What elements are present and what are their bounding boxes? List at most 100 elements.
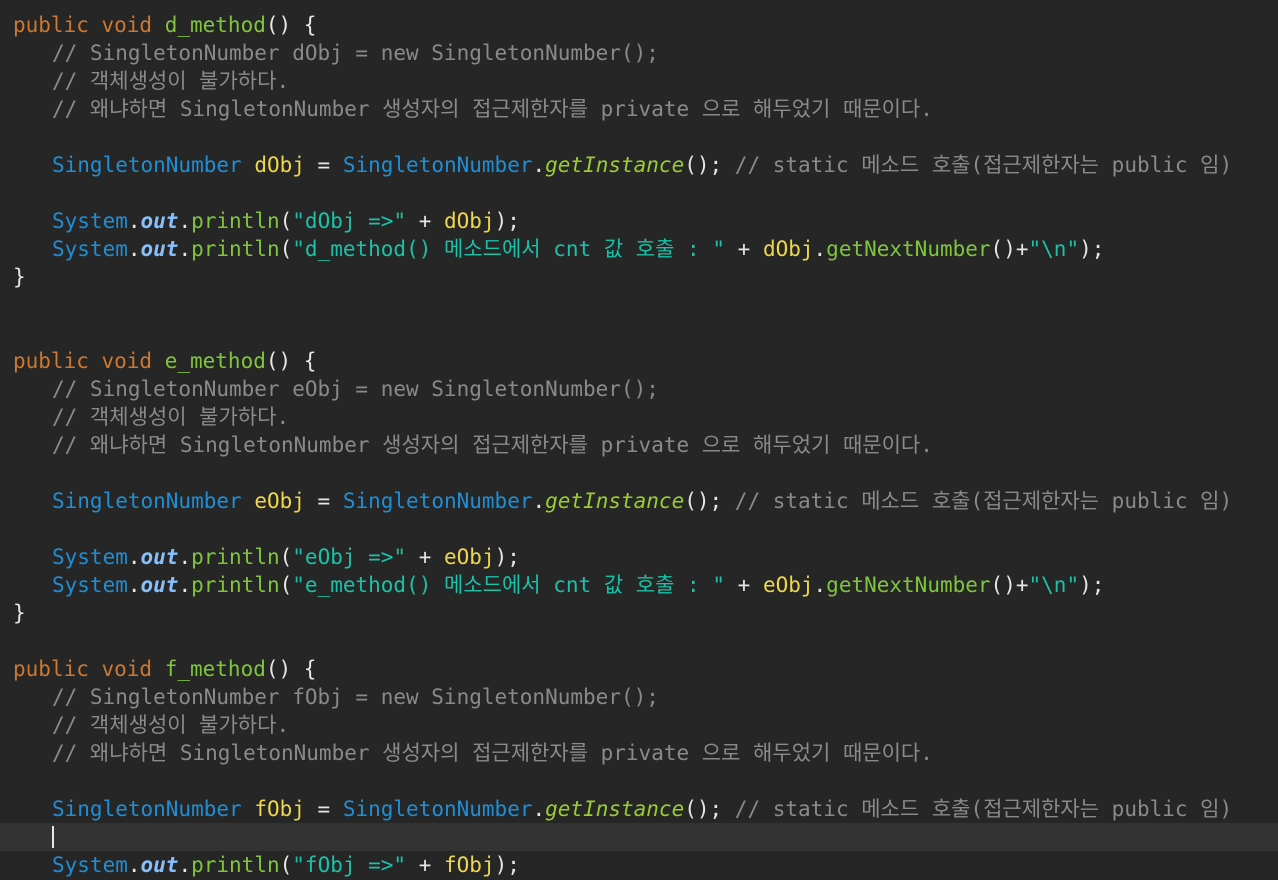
token-local: dObj [762, 237, 814, 261]
code-line[interactable]: // 왜냐하면 SingletonNumber 생성자의 접근제한자를 priv… [0, 431, 1278, 459]
code-line[interactable]: System.out.println("e_method() 메소드에서 cnt… [0, 571, 1278, 599]
token-plain: = [304, 489, 343, 513]
token-plain: . [127, 853, 141, 877]
token-string: " [1066, 237, 1080, 261]
token-plain: + [725, 237, 763, 261]
token-plain: (); [684, 153, 735, 177]
code-line[interactable] [0, 319, 1278, 347]
token-plain: = [304, 153, 343, 177]
token-comment: // static 메소드 호출(접근제한자는 public 임) [734, 489, 1233, 513]
token-string: "d_method() 메소드에서 cnt 값 호출 : " [292, 237, 725, 261]
token-static-call: getInstance [545, 489, 685, 513]
token-plain: ()+ [990, 573, 1029, 597]
code-line[interactable] [0, 627, 1278, 655]
token-plain: ); [494, 853, 520, 877]
token-plain: () { [265, 657, 317, 681]
token-local: fObj [444, 853, 495, 877]
token-local: dObj [254, 153, 305, 177]
token-plain: ( [279, 209, 293, 233]
token-comment: // static 메소드 호출(접근제한자는 public 임) [734, 797, 1233, 821]
token-call: getNextNumber [826, 573, 991, 597]
code-line[interactable]: // 객체생성이 불가하다. [0, 403, 1278, 431]
code-line[interactable] [0, 291, 1278, 319]
token-field: out [140, 573, 179, 597]
code-line[interactable] [0, 515, 1278, 543]
token-comment: // SingletonNumber dObj = new SingletonN… [52, 41, 659, 65]
token-call: println [191, 209, 280, 233]
code-line[interactable]: public void f_method() { [0, 655, 1278, 683]
token-plain: ); [1079, 573, 1105, 597]
token-comment: // 왜냐하면 SingletonNumber 생성자의 접근제한자를 priv… [52, 741, 933, 765]
token-comment: // 객체생성이 불가하다. [52, 713, 290, 737]
token-comment: // SingletonNumber eObj = new SingletonN… [52, 377, 659, 401]
code-line[interactable]: SingletonNumber eObj = SingletonNumber.g… [0, 487, 1278, 515]
code-line[interactable]: SingletonNumber dObj = SingletonNumber.g… [0, 151, 1278, 179]
code-line[interactable]: // 왜냐하면 SingletonNumber 생성자의 접근제한자를 priv… [0, 95, 1278, 123]
token-field: out [140, 209, 179, 233]
code-line[interactable]: // 왜냐하면 SingletonNumber 생성자의 접근제한자를 priv… [0, 739, 1278, 767]
token-call: println [191, 237, 280, 261]
token-plain: . [813, 573, 827, 597]
code-editor[interactable]: public void d_method() {// SingletonNumb… [0, 0, 1278, 880]
token-string: "dObj =>" [292, 209, 407, 233]
code-line[interactable]: public void d_method() { [0, 11, 1278, 39]
token-escape: \n [1041, 237, 1067, 261]
code-line[interactable]: // SingletonNumber eObj = new SingletonN… [0, 375, 1278, 403]
token-plain: = [304, 797, 343, 821]
code-line[interactable]: } [0, 599, 1278, 627]
code-line[interactable]: System.out.println("fObj =>" + fObj); [0, 851, 1278, 879]
token-plain: () { [265, 13, 317, 37]
token-plain: . [532, 489, 546, 513]
token-type: SingletonNumber [342, 153, 533, 177]
code-line[interactable]: // SingletonNumber dObj = new SingletonN… [0, 39, 1278, 67]
token-method: e_method [164, 349, 266, 373]
token-plain: . [178, 545, 192, 569]
token-static-call: getInstance [545, 797, 685, 821]
code-line[interactable] [0, 767, 1278, 795]
code-line[interactable]: // 객체생성이 불가하다. [0, 67, 1278, 95]
token-comment: // SingletonNumber fObj = new SingletonN… [52, 685, 659, 709]
token-plain: . [127, 209, 141, 233]
code-line[interactable] [0, 123, 1278, 151]
token-plain: ); [1079, 237, 1105, 261]
token-plain: . [178, 237, 192, 261]
code-line[interactable]: System.out.println("d_method() 메소드에서 cnt… [0, 235, 1278, 263]
token-comment: // 객체생성이 불가하다. [52, 69, 290, 93]
token-plain: () { [265, 349, 317, 373]
token-type: System [52, 853, 128, 877]
token-call: getNextNumber [826, 237, 991, 261]
token-local: fObj [254, 797, 305, 821]
code-line[interactable]: } [0, 263, 1278, 291]
code-line[interactable]: // SingletonNumber fObj = new SingletonN… [0, 683, 1278, 711]
code-line[interactable]: System.out.println("eObj =>" + eObj); [0, 543, 1278, 571]
token-string: "e_method() 메소드에서 cnt 값 호출 : " [292, 573, 725, 597]
token-plain: + [406, 853, 445, 877]
token-type: System [52, 573, 128, 597]
token-plain: + [406, 209, 445, 233]
code-line[interactable] [0, 179, 1278, 207]
token-type: SingletonNumber [52, 489, 242, 513]
token-plain: ( [279, 573, 293, 597]
code-line[interactable]: System.out.println("dObj =>" + dObj); [0, 207, 1278, 235]
token-comment: // static 메소드 호출(접근제한자는 public 임) [734, 153, 1233, 177]
token-plain: ()+ [990, 237, 1029, 261]
token-field: out [140, 545, 179, 569]
token-plain: . [127, 573, 141, 597]
token-string: "fObj =>" [292, 853, 407, 877]
token-type: System [52, 237, 128, 261]
token-plain: . [178, 209, 192, 233]
code-line[interactable]: // 객체생성이 불가하다. [0, 711, 1278, 739]
code-line-current[interactable] [0, 823, 1278, 851]
code-line[interactable] [0, 459, 1278, 487]
token-plain: } [13, 601, 26, 625]
token-plain: (); [684, 489, 735, 513]
code-line[interactable]: SingletonNumber fObj = SingletonNumber.g… [0, 795, 1278, 823]
token-kw: public void [13, 657, 165, 681]
code-line[interactable]: public void e_method() { [0, 347, 1278, 375]
token-call: println [191, 853, 280, 877]
token-plain: ); [494, 209, 520, 233]
token-plain: . [178, 853, 192, 877]
token-plain: ( [279, 237, 293, 261]
